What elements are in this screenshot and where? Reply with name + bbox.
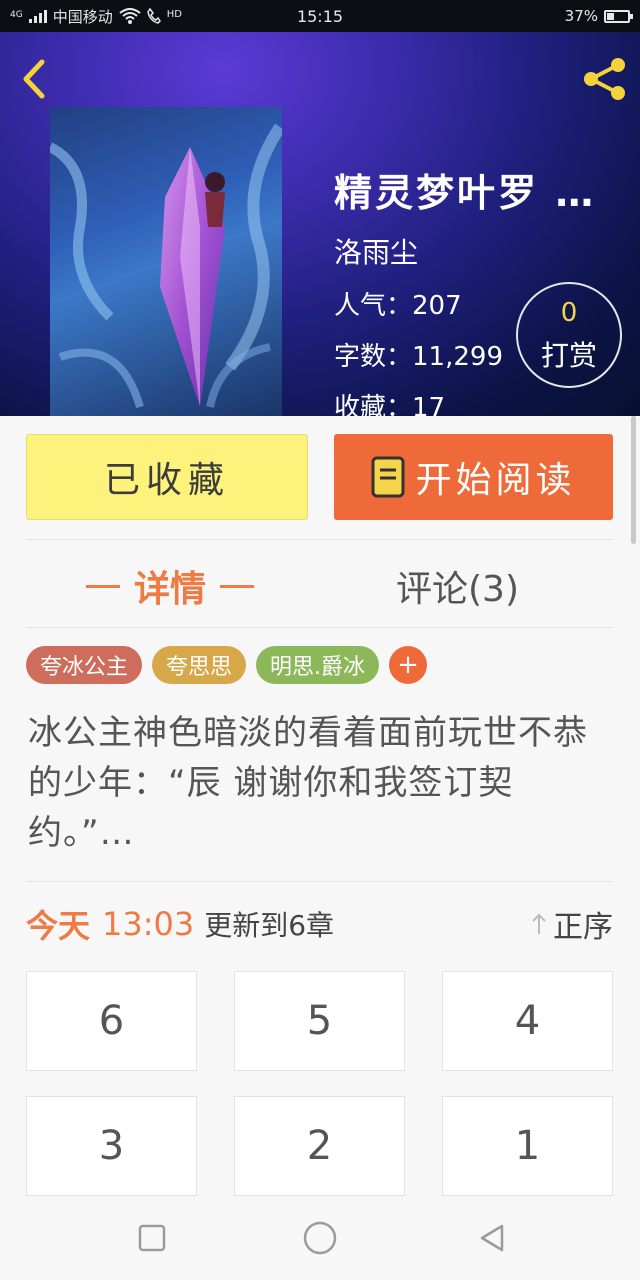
book-header: 精灵梦叶罗 … 洛雨尘 人气：207 字数：11,299 收藏：17 0 打赏 <box>0 32 640 416</box>
tab-detail[interactable]: 详情 <box>72 556 268 616</box>
arrow-up-icon <box>532 913 546 934</box>
favorites-stat: 收藏：17 <box>334 387 634 416</box>
word-count-label: 字数： <box>334 342 413 372</box>
reward-button[interactable]: 0 打赏 <box>516 282 622 388</box>
book-title: 精灵梦叶罗 … <box>334 171 597 215</box>
call-icon <box>146 8 161 24</box>
reward-count: 0 <box>560 298 578 328</box>
triangle-back-icon <box>480 1224 504 1252</box>
collected-button[interactable]: 已收藏 <box>26 434 308 520</box>
chapter-button[interactable]: 1 <box>442 1096 613 1196</box>
status-left: 4G 中国移动 HD <box>10 6 182 27</box>
tag-item[interactable]: 夸思思 <box>152 646 247 684</box>
share-icon <box>584 58 625 100</box>
book-icon <box>371 456 405 498</box>
square-icon <box>138 1224 166 1252</box>
battery-percent: 37% <box>564 7 598 25</box>
tab-comments-label: 评论(3) <box>396 569 519 610</box>
sort-order-button[interactable]: 正序 <box>531 902 613 946</box>
signal-icon <box>28 9 47 23</box>
reward-label: 打赏 <box>540 339 597 372</box>
chevron-left-icon <box>23 59 45 99</box>
update-day: 今天 <box>26 907 91 945</box>
book-cover-image[interactable] <box>50 107 282 416</box>
chapter-button[interactable]: 5 <box>234 971 405 1071</box>
carrier-name: 中国移动 <box>52 7 113 26</box>
system-nav-bar <box>0 1196 640 1280</box>
popularity-value: 207 <box>412 291 462 321</box>
chapter-button[interactable]: 2 <box>234 1096 405 1196</box>
book-author[interactable]: 洛雨尘 <box>334 231 634 271</box>
divider <box>26 539 613 540</box>
chapter-button[interactable]: 4 <box>442 971 613 1071</box>
favorites-value: 17 <box>412 393 446 416</box>
home-button[interactable] <box>300 1218 340 1258</box>
hd-badge: HD <box>166 8 182 20</box>
divider <box>26 881 613 882</box>
collected-label: 已收藏 <box>103 460 230 501</box>
sort-order-label: 正序 <box>553 910 613 945</box>
popularity-label: 人气： <box>334 291 413 321</box>
tab-dash-left <box>86 584 120 588</box>
start-reading-label: 开始阅读 <box>415 460 576 501</box>
chapter-button[interactable]: 3 <box>26 1096 197 1196</box>
tab-detail-label: 详情 <box>134 569 207 610</box>
update-time: 13:03 <box>102 905 195 943</box>
back-nav-button[interactable] <box>474 1220 510 1256</box>
battery-fill <box>607 12 615 20</box>
update-row: 今天 13:03 更新到6章 正序 <box>26 896 613 952</box>
wifi-icon <box>119 8 141 24</box>
tag-item[interactable]: 明思.爵冰 <box>256 646 380 684</box>
scrollbar[interactable] <box>631 416 636 544</box>
recent-apps-button[interactable] <box>134 1220 170 1256</box>
update-text: 更新到6章 <box>204 909 335 942</box>
cover-art <box>50 123 282 409</box>
tag-list: 夸冰公主 夸思思 明思.爵冰 + <box>26 646 428 684</box>
tab-comments[interactable]: 评论(3) <box>396 556 519 616</box>
share-button[interactable] <box>580 54 630 104</box>
favorites-label: 收藏： <box>334 393 413 416</box>
tab-dash-right <box>220 584 255 588</box>
chapter-button[interactable]: 6 <box>26 971 197 1071</box>
status-bar: 4G 中国移动 HD 15:15 37% <box>0 0 640 32</box>
add-tag-button[interactable]: + <box>389 646 428 684</box>
tag-item[interactable]: 夸冰公主 <box>26 646 143 684</box>
status-right: 37% <box>564 7 633 25</box>
word-count-value: 11,299 <box>412 342 503 372</box>
circle-icon <box>303 1221 337 1255</box>
back-button[interactable] <box>14 54 58 102</box>
book-summary[interactable]: 冰公主神色暗淡的看着面前玩世不恭的少年：“辰 谢谢你和我签订契约。”… <box>28 708 608 858</box>
divider <box>26 627 613 628</box>
network-badge: 4G <box>10 9 23 20</box>
start-reading-button[interactable]: 开始阅读 <box>334 434 613 520</box>
battery-icon <box>604 9 633 23</box>
